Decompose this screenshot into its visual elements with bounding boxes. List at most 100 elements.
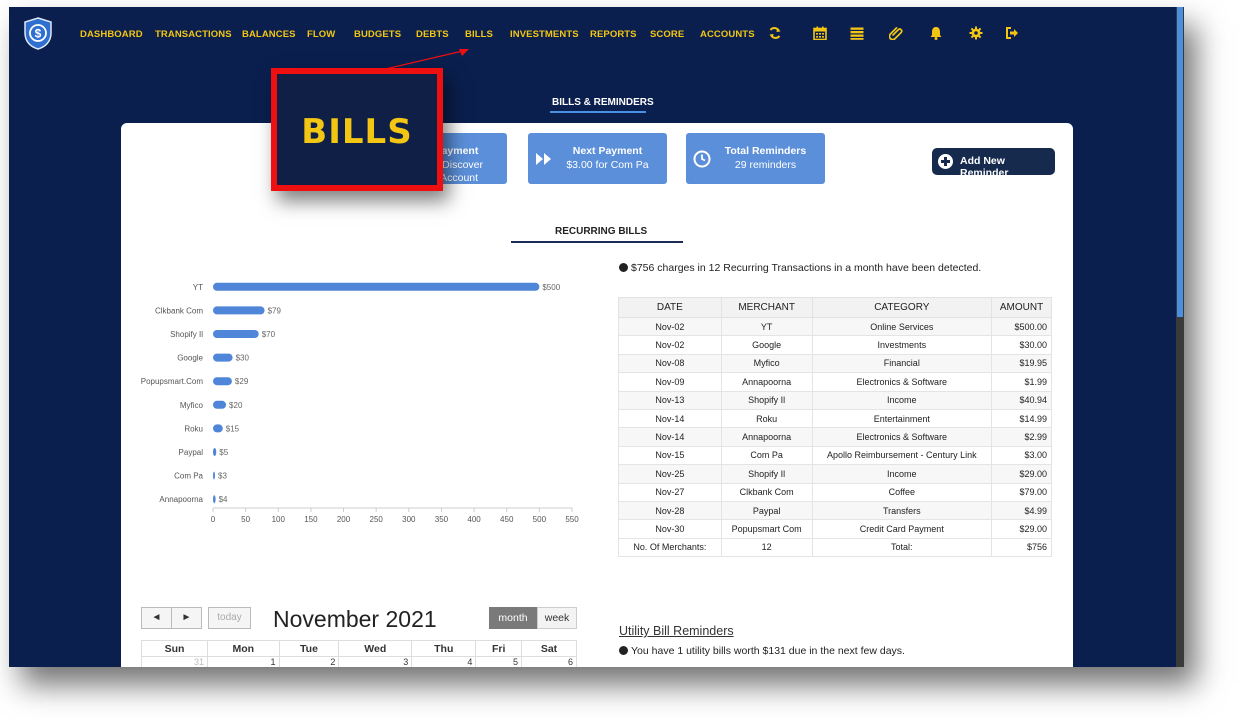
table-cell: Annapoorna — [720, 427, 813, 447]
col-date[interactable]: DATE — [618, 297, 722, 318]
table-cell: $79.00 — [991, 482, 1052, 502]
nav-investments[interactable]: INVESTMENTS — [510, 29, 579, 40]
col-category[interactable]: CATEGORY — [811, 297, 993, 318]
calendar-day[interactable]: 3 — [338, 656, 413, 667]
utility-bill-reminders-link[interactable]: Utility Bill Reminders — [619, 624, 734, 638]
next-payment-card: Next Payment $3.00 for Com Pa — [528, 133, 667, 184]
nav-balances[interactable]: BALANCES — [242, 29, 296, 40]
table-cell: YT — [720, 316, 813, 337]
recurring-bills-chart: 0 50 100 150 200 250 300 350 400 450 500 550 YT $500 C… — [141, 282, 579, 524]
calendar-week-button[interactable]: week — [537, 607, 577, 629]
table-row[interactable]: Nov-09 Annapoorna Electronics & Software $1… — [618, 372, 1052, 392]
nav-bills[interactable]: BILLS — [465, 29, 493, 40]
chart-bar[interactable] — [213, 330, 259, 338]
table-row[interactable]: Nov-28 Paypal Transfers $4.99 — [618, 500, 1052, 521]
footer-total-label: Total: — [811, 537, 993, 558]
table-row[interactable]: Nov-15 Com Pa Apollo Reimbursement - Centu… — [618, 445, 1052, 466]
table-row[interactable]: Nov-14 Roku Entertainment $14.99 — [618, 408, 1052, 429]
calendar-day[interactable]: 2 — [278, 656, 340, 667]
calendar-prev-button[interactable]: ◄ — [141, 607, 172, 629]
recurring-summary-text: $756 charges in 12 Recurring Transaction… — [631, 262, 982, 274]
table-cell: Myfico — [720, 353, 813, 374]
day-header: Sun — [140, 640, 209, 657]
nav-accounts[interactable]: ACCOUNTS — [700, 29, 755, 40]
table-row[interactable]: Nov-08 Myfico Financial $19.95 — [618, 353, 1052, 374]
calendar-today-button[interactable]: today — [208, 607, 251, 629]
y-category-label: Shopify Il — [170, 330, 203, 339]
table-cell: Nov-14 — [618, 427, 722, 447]
y-category-label: Myfico — [180, 401, 204, 410]
recurring-summary: $756 charges in 12 Recurring Transaction… — [619, 262, 981, 274]
gear-icon[interactable] — [969, 26, 983, 40]
nav-reports[interactable]: REPORTS — [590, 29, 637, 40]
day-header: Sat — [521, 640, 577, 657]
table-cell: Nov-14 — [618, 408, 722, 429]
table-cell: $19.95 — [991, 353, 1052, 374]
calendar-day[interactable]: 31 — [140, 656, 209, 667]
table-cell: $29.00 — [991, 519, 1052, 539]
bar-value-label: $3 — [218, 472, 227, 481]
table-cell: Nov-15 — [618, 445, 722, 466]
calendar-month-button[interactable]: month — [489, 607, 537, 629]
sign-out-icon[interactable] — [1005, 26, 1019, 40]
table-row[interactable]: Nov-27 Clkbank Com Coffee $79.00 — [618, 482, 1052, 502]
nav-transactions[interactable]: TRANSACTIONS — [155, 29, 232, 40]
y-category-label: Clkbank Com — [155, 306, 203, 315]
table-cell: Shopify Il — [720, 464, 813, 484]
chart-bar[interactable] — [213, 377, 232, 386]
nav-score[interactable]: SCORE — [650, 29, 684, 40]
add-new-reminder-button[interactable]: Add New Reminder — [932, 148, 1055, 179]
table-cell: Roku — [720, 408, 813, 429]
chart-bar[interactable] — [213, 353, 233, 362]
scrollbar-thumb[interactable] — [1177, 7, 1183, 317]
x-tick-label: 450 — [500, 515, 514, 524]
calendar-day[interactable]: 4 — [411, 656, 477, 667]
table-cell: Nov-02 — [618, 316, 722, 337]
bar-value-label: $70 — [262, 330, 276, 339]
nav-budgets[interactable]: BUDGETS — [354, 29, 401, 40]
chart-bar[interactable] — [213, 424, 223, 433]
calendar-day[interactable]: 5 — [475, 656, 523, 667]
total-reminders-card: Total Reminders 29 reminders — [686, 133, 825, 184]
day-header: Fri — [475, 640, 523, 657]
col-amount[interactable]: AMOUNT — [991, 297, 1052, 318]
table-header-row: DATE MERCHANT CATEGORY AMOUNT — [618, 297, 1052, 318]
table-row[interactable]: Nov-02 YT Online Services $500.00 — [618, 316, 1052, 337]
x-tick-label: 0 — [211, 515, 216, 524]
chart-bar[interactable] — [213, 448, 217, 456]
table-row[interactable]: Nov-14 Annapoorna Electronics & Software $2… — [618, 427, 1052, 447]
nav-debts[interactable]: DEBTS — [416, 29, 449, 40]
chart-bar[interactable] — [213, 471, 215, 480]
chart-bar[interactable] — [213, 400, 227, 409]
chart-bar[interactable] — [213, 306, 265, 315]
nav-dashboard[interactable]: DASHBOARD — [80, 29, 143, 40]
table-cell: Investments — [811, 335, 993, 355]
footer-total-value: $756 — [991, 537, 1052, 558]
x-tick-label: 500 — [533, 515, 547, 524]
col-merchant[interactable]: MERCHANT — [720, 297, 813, 318]
calendar-grid: Sun Mon Tue Wed Thu Fri Sat 31 1 2 3 4 5… — [140, 640, 577, 667]
list-icon[interactable] — [850, 26, 864, 40]
paperclip-icon[interactable] — [889, 26, 903, 40]
bell-icon[interactable] — [929, 26, 943, 40]
table-row[interactable]: Nov-25 Shopify Il Income $29.00 — [618, 464, 1052, 484]
x-tick-label: 300 — [402, 515, 416, 524]
shield-logo-icon[interactable]: $ — [24, 17, 52, 50]
table-cell: $29.00 — [991, 464, 1052, 484]
refresh-icon[interactable] — [768, 26, 782, 40]
calendar-icon[interactable] — [813, 26, 827, 40]
calendar-day[interactable]: 6 — [521, 656, 577, 667]
chart-bar[interactable] — [213, 495, 216, 504]
chart-bar[interactable] — [213, 282, 540, 291]
table-row[interactable]: Nov-02 Google Investments $30.00 — [618, 335, 1052, 355]
table-row[interactable]: Nov-13 Shopify Il Income $40.94 — [618, 390, 1052, 410]
bar-value-label: $30 — [236, 354, 250, 363]
recurring-bills-underline — [511, 241, 683, 243]
table-cell: Entertainment — [811, 408, 993, 429]
calendar-day[interactable]: 1 — [207, 656, 280, 667]
table-cell: $500.00 — [991, 316, 1052, 337]
utility-summary-text: You have 1 utility bills worth $131 due … — [631, 645, 905, 657]
nav-flow[interactable]: FLOW — [307, 29, 335, 40]
table-row[interactable]: Nov-30 Popupsmart Com Credit Card Payment $… — [618, 519, 1052, 539]
calendar-next-button[interactable]: ► — [171, 607, 202, 629]
